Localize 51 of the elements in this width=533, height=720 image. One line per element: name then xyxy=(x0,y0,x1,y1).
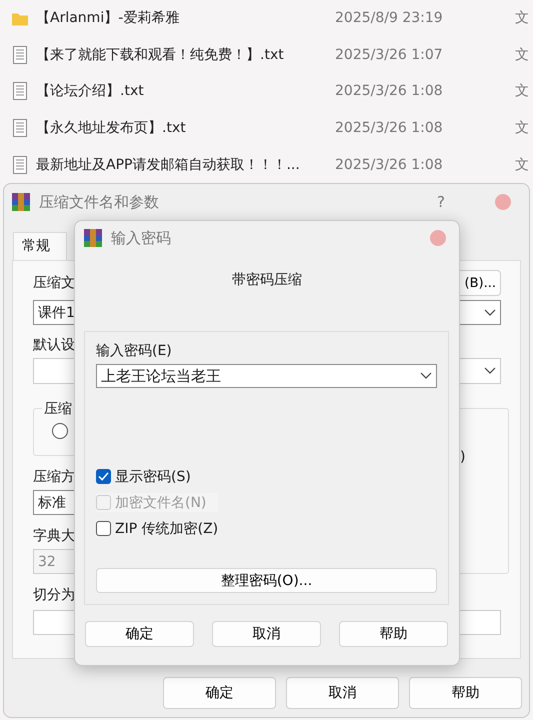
document-icon xyxy=(12,119,28,138)
field-label: 字典大 xyxy=(33,527,76,545)
document-icon xyxy=(12,82,28,100)
tab[interactable]: 常规 xyxy=(13,232,67,260)
file-date: 2025/3/26 1:07 xyxy=(335,46,444,63)
file-type: 文 xyxy=(515,119,529,138)
file-name[interactable]: 【来了就能下载和观看！纯免费！】.txt xyxy=(36,46,335,64)
file-type: 文 xyxy=(515,156,529,174)
file-type: 文 xyxy=(515,82,529,100)
file-name[interactable]: 【Arlanmi】-爱莉希雅 xyxy=(36,9,335,28)
option-label: ) xyxy=(460,449,466,465)
chevron-down-icon[interactable] xyxy=(484,367,496,375)
checkbox-label[interactable]: ZIP 传统加密(Z) xyxy=(115,520,218,538)
document-icon xyxy=(12,156,28,174)
dialog-button[interactable]: 帮助 xyxy=(339,621,448,647)
file-date: 2025/3/26 1:08 xyxy=(335,156,444,173)
organize-passwords-button[interactable]: 整理密码(O)... xyxy=(96,568,437,593)
document-icon xyxy=(12,46,28,64)
checkbox-label[interactable]: 显示密码(S) xyxy=(115,468,191,486)
file-name[interactable]: 【论坛介绍】.txt xyxy=(36,82,335,100)
checkbox[interactable] xyxy=(96,469,111,484)
window-title: 输入密码 xyxy=(111,228,171,248)
dialog-button[interactable]: 帮助 xyxy=(409,677,522,709)
field-label: 默认设 xyxy=(33,336,76,354)
folder-icon xyxy=(12,10,28,26)
chevron-down-icon[interactable] xyxy=(420,372,432,380)
field-label: 输入密码(E) xyxy=(96,342,172,360)
file-type: 文 xyxy=(515,9,529,28)
radio-button[interactable] xyxy=(52,423,68,439)
field-label: 切分为 xyxy=(33,586,76,604)
file-date: 2025/3/26 1:08 xyxy=(335,120,444,136)
field-label: 压缩文 xyxy=(33,274,76,292)
file-date: 2025/3/26 1:08 xyxy=(335,83,444,100)
password-field[interactable]: 上老王论坛当老王 xyxy=(96,364,437,388)
checkbox[interactable] xyxy=(96,521,111,536)
help-button[interactable]: ? xyxy=(437,193,445,211)
file-type: 文 xyxy=(515,46,529,64)
file-name[interactable]: 【永久地址发布页】.txt xyxy=(36,119,335,138)
archive-icon xyxy=(83,228,103,248)
dialog-button[interactable]: 取消 xyxy=(212,621,321,647)
dialog-button[interactable]: 确定 xyxy=(163,677,276,709)
window-title: 压缩文件名和参数 xyxy=(39,192,159,212)
dialog-heading: 带密码压缩 xyxy=(232,271,302,289)
dialog-button[interactable]: 取消 xyxy=(286,677,399,709)
group-label: 压缩 xyxy=(42,400,74,418)
file-date: 2025/8/9 23:19 xyxy=(335,10,444,26)
file-name[interactable]: 最新地址及APP请发邮箱自动获取！！！... xyxy=(36,156,335,174)
field-label: 压缩方 xyxy=(33,468,76,486)
dialog-button[interactable]: 确定 xyxy=(85,621,194,647)
archive-icon xyxy=(11,192,31,212)
chevron-down-icon[interactable] xyxy=(484,308,496,316)
